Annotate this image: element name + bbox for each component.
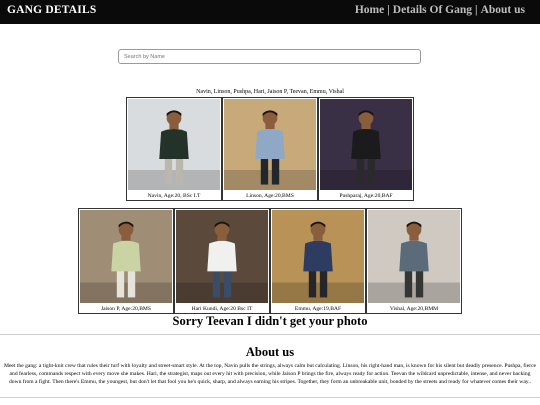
member-names-line: Navin, Linson, Pushpa, Hari, Jaison P, T… xyxy=(196,89,344,95)
member-photo xyxy=(320,99,412,190)
member-card[interactable]: Hari Kundi, Age:20 Bsc IT xyxy=(174,208,270,314)
about-text: Meet the gang: a tight-knit crew that ru… xyxy=(3,363,537,385)
member-card[interactable]: Jaison P, Age:20,BMS xyxy=(78,208,174,314)
member-photo xyxy=(368,210,460,303)
nav-separator: | xyxy=(387,4,390,16)
person-photo-icon xyxy=(80,210,172,303)
member-card[interactable]: Emmu, Age:19,BAF xyxy=(270,208,366,314)
nav-link-home[interactable]: Home xyxy=(355,4,384,16)
person-photo-icon xyxy=(224,99,316,190)
member-card[interactable]: Vishal, Age:20,BMM xyxy=(366,208,462,314)
nav-links: Home | Details Of Gang | About us xyxy=(355,4,525,16)
divider xyxy=(0,397,540,398)
member-caption: Hari Kundi, Age:20 Bsc IT xyxy=(191,306,253,312)
member-photo xyxy=(272,210,364,303)
brand-title: GANG DETAILS xyxy=(7,4,97,16)
member-caption: Navin, Age:20, BSc I.T xyxy=(147,193,201,199)
nav-link-details[interactable]: Details Of Gang xyxy=(393,4,472,16)
person-photo-icon xyxy=(272,210,364,303)
missing-photo-message: Sorry Teevan I didn't get your photo xyxy=(172,314,368,328)
member-caption: Vishal, Age:20,BMM xyxy=(389,306,439,312)
person-photo-icon xyxy=(128,99,220,190)
about-title: About us xyxy=(245,345,295,359)
member-caption: Jaison P, Age:20,BMS xyxy=(100,306,152,312)
person-photo-icon xyxy=(320,99,412,190)
divider xyxy=(0,334,540,335)
nav-separator: | xyxy=(475,4,478,16)
member-caption: Linson, Age:20,BMS xyxy=(246,193,294,199)
member-photo xyxy=(224,99,316,190)
member-caption: Emmu, Age:19,BAF xyxy=(294,306,342,312)
search-input[interactable] xyxy=(118,49,421,64)
person-photo-icon xyxy=(176,210,268,303)
member-card[interactable]: Navin, Age:20, BSc I.T xyxy=(126,97,222,201)
member-card[interactable]: Pushparaj, Age:20,BAF xyxy=(318,97,414,201)
member-photo xyxy=(128,99,220,190)
person-photo-icon xyxy=(368,210,460,303)
member-caption: Pushparaj, Age:20,BAF xyxy=(339,193,393,199)
member-photo xyxy=(176,210,268,303)
navbar: GANG DETAILS Home | Details Of Gang | About … xyxy=(0,0,540,24)
member-photo xyxy=(80,210,172,303)
nav-link-about[interactable]: About us xyxy=(481,4,525,16)
member-card[interactable]: Linson, Age:20,BMS xyxy=(222,97,318,201)
